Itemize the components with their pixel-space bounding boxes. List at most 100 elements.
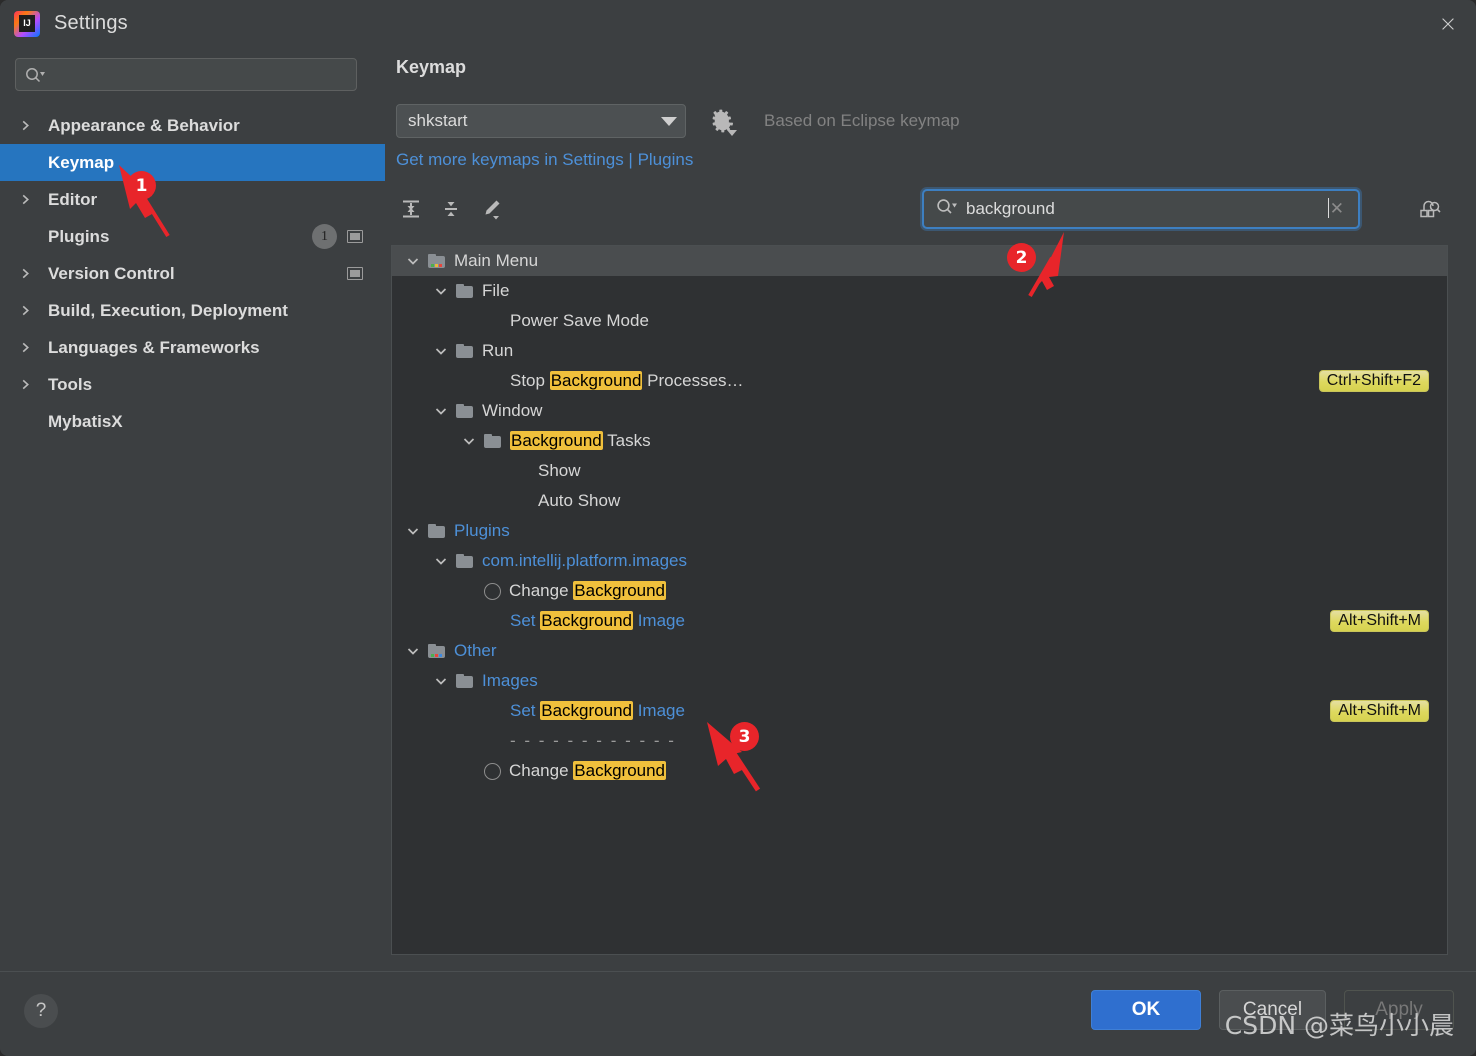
sidebar-search-input[interactable] — [15, 58, 357, 91]
tree-row-label: Other — [454, 641, 497, 661]
chevron-right-icon — [20, 379, 42, 390]
sidebar-item-tools[interactable]: Tools — [0, 366, 385, 403]
tree-row-set-background-image-other[interactable]: Set Background Image Alt+Shift+M — [392, 696, 1447, 726]
sidebar-item-build-execution-deployment[interactable]: Build, Execution, Deployment — [0, 292, 385, 329]
chevron-down-icon[interactable] — [398, 255, 428, 267]
tree-label-text: File — [482, 281, 510, 300]
ok-button[interactable]: OK — [1091, 990, 1201, 1030]
apply-button: Apply — [1344, 990, 1454, 1030]
tree-row-show[interactable]: Show — [392, 456, 1447, 486]
tree-row-other[interactable]: Other — [392, 636, 1447, 666]
folder-module-icon — [428, 644, 445, 658]
tree-label-text: Processes… — [642, 371, 744, 390]
close-icon[interactable] — [1420, 0, 1476, 47]
expand-all-icon[interactable] — [391, 191, 431, 227]
search-match-highlight: Background — [510, 431, 603, 450]
chevron-down-icon[interactable] — [426, 345, 456, 357]
tree-label-text: Stop — [510, 371, 550, 390]
chevron-down-icon — [661, 116, 677, 126]
tree-row-power-save-mode[interactable]: Power Save Mode — [392, 306, 1447, 336]
keymap-toolbar: background ✕ — [391, 189, 1448, 229]
chevron-right-icon — [20, 268, 42, 279]
tree-label-text: Images — [482, 671, 538, 690]
tree-row-label: Change Background — [509, 581, 667, 601]
sidebar-item-editor[interactable]: Editor — [0, 181, 385, 218]
sidebar-item-appearance-behavior[interactable]: Appearance & Behavior — [0, 107, 385, 144]
tree-row-background-tasks[interactable]: Background Tasks — [392, 426, 1447, 456]
tree-row-separator[interactable]: - - - - - - - - - - - - — [392, 726, 1447, 756]
folder-icon — [456, 404, 473, 418]
tree-row-change-background-other[interactable]: Change Background — [392, 756, 1447, 786]
tree-label-text: Change — [509, 581, 574, 600]
find-by-shortcut-icon[interactable] — [1412, 191, 1448, 227]
tree-label-text: Show — [538, 461, 581, 480]
tree-row-label: Auto Show — [538, 491, 620, 511]
sidebar-item-label: Languages & Frameworks — [48, 337, 260, 357]
tree-label-text: Window — [482, 401, 543, 420]
tree-row-label: Set Background Image — [510, 701, 685, 721]
collapse-all-icon[interactable] — [431, 191, 471, 227]
tree-row-main-menu[interactable]: Main Menu — [392, 246, 1447, 276]
sidebar-item-mybatisx[interactable]: MybatisX — [0, 403, 385, 440]
chevron-down-icon[interactable] — [398, 645, 428, 657]
sidebar-item-version-control[interactable]: Version Control — [0, 255, 385, 292]
tree-row-window[interactable]: Window — [392, 396, 1447, 426]
tree-row-run[interactable]: Run — [392, 336, 1447, 366]
cancel-button[interactable]: Cancel — [1219, 990, 1326, 1030]
chevron-down-icon[interactable] — [454, 435, 484, 447]
tree-label-text: Change — [509, 761, 574, 780]
sidebar-item-label: Plugins — [48, 226, 110, 246]
tree-row-com-intellij-platform-images[interactable]: com.intellij.platform.images — [392, 546, 1447, 576]
tree-label-text: Main Menu — [454, 251, 539, 270]
tree-row-label: Show — [538, 461, 581, 481]
chevron-down-icon[interactable] — [426, 285, 456, 297]
tree-row-label: Stop Background Processes… — [510, 371, 744, 391]
separate-window-icon[interactable] — [347, 267, 363, 280]
tree-row-label: com.intellij.platform.images — [482, 551, 687, 571]
get-more-keymaps-link[interactable]: Get more keymaps in Settings | Plugins — [396, 150, 693, 170]
keymap-search-input[interactable]: background ✕ — [922, 189, 1360, 229]
sidebar-item-label: Version Control — [48, 263, 175, 283]
title-bar: Settings — [0, 0, 1476, 47]
tree-row-plugins[interactable]: Plugins — [392, 516, 1447, 546]
tree-row-change-background-plugin[interactable]: Change Background — [392, 576, 1447, 606]
sidebar-item-keymap[interactable]: Keymap — [0, 144, 385, 181]
chevron-down-icon[interactable] — [398, 525, 428, 537]
keymap-tree[interactable]: Main Menu File Power Save Mode Run Stop Back… — [391, 245, 1448, 955]
chevron-right-icon — [20, 342, 42, 353]
tree-row-label: Plugins — [454, 521, 510, 541]
folder-icon — [484, 434, 501, 448]
tree-row-images[interactable]: Images — [392, 666, 1447, 696]
chevron-right-icon — [20, 120, 42, 131]
search-icon — [936, 198, 957, 220]
clear-x-icon[interactable]: ✕ — [1326, 199, 1348, 219]
keymap-panel: Keymap shkstart Based on Eclipse keymap … — [385, 47, 1476, 971]
help-button[interactable]: ? — [24, 994, 58, 1028]
tree-label-text: Plugins — [454, 521, 510, 540]
sidebar-item-label: Editor — [48, 189, 98, 209]
plugins-update-count-badge: 1 — [312, 224, 337, 249]
folder-icon — [456, 674, 473, 688]
chevron-down-icon[interactable] — [426, 405, 456, 417]
keymap-select[interactable]: shkstart — [396, 104, 686, 138]
sidebar-item-languages-frameworks[interactable]: Languages & Frameworks — [0, 329, 385, 366]
tree-row-label: File — [482, 281, 509, 301]
sidebar-item-meta — [347, 255, 385, 292]
chevron-right-icon — [20, 305, 42, 316]
separate-window-icon[interactable] — [347, 230, 363, 243]
tree-label-text: Set — [510, 611, 541, 630]
tree-row-stop-background-processes[interactable]: Stop Background Processes… Ctrl+Shift+F2 — [392, 366, 1447, 396]
tree-row-auto-show[interactable]: Auto Show — [392, 486, 1447, 516]
tree-row-set-background-image-plugin[interactable]: Set Background Image Alt+Shift+M — [392, 606, 1447, 636]
gear-icon[interactable] — [710, 109, 737, 136]
tree-row-label: Window — [482, 401, 542, 421]
keymap-select-value: shkstart — [408, 111, 468, 130]
folder-icon — [456, 344, 473, 358]
edit-pencil-icon[interactable] — [471, 191, 511, 227]
chevron-down-icon[interactable] — [426, 675, 456, 687]
tree-row-label: Change Background — [509, 761, 667, 781]
tree-row-file[interactable]: File — [392, 276, 1447, 306]
sidebar-item-plugins[interactable]: Plugins 1 — [0, 218, 385, 255]
chevron-down-icon[interactable] — [426, 555, 456, 567]
folder-module-icon — [428, 254, 445, 268]
